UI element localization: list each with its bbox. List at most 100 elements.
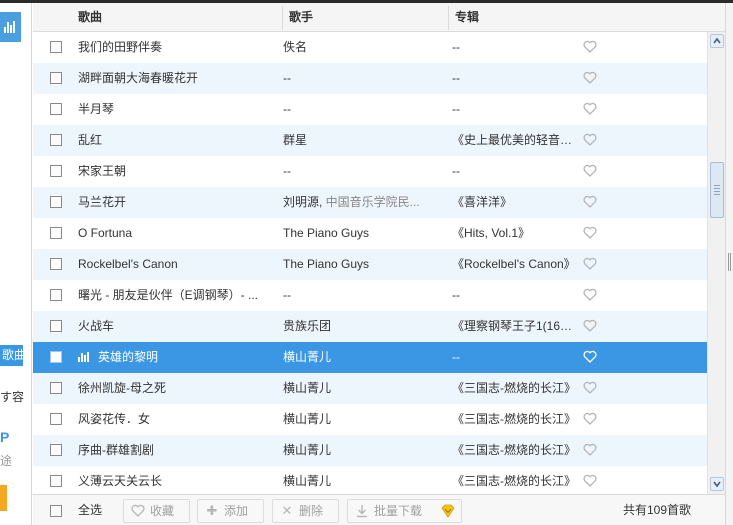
artist-name[interactable]: 横山菁儿 (283, 342, 443, 373)
table-row[interactable]: Rockelbel's Canon The Piano Guys 《Rockelbe… (33, 249, 707, 280)
heart-outline-icon[interactable] (583, 381, 597, 394)
song-title[interactable]: 火战车 (78, 311, 273, 342)
select-all-label[interactable]: 全选 (78, 495, 102, 525)
row-checkbox[interactable] (50, 320, 62, 332)
album-name[interactable]: 《三国志-燃烧的长江》 (452, 404, 582, 435)
collect-button[interactable]: 收藏 (123, 499, 190, 523)
row-checkbox[interactable] (50, 72, 62, 84)
song-title[interactable]: 序曲-群雄割剧 (78, 435, 273, 466)
album-name[interactable]: 《Rockelbel's Canon》 (452, 249, 582, 280)
equalizer-icon[interactable] (0, 12, 21, 42)
album-name[interactable]: 《喜洋洋》 (452, 187, 582, 218)
song-title[interactable]: Rockelbel's Canon (78, 249, 273, 280)
table-row[interactable]: 马兰花开 刘明源, 中国音乐学院民... 《喜洋洋》 (33, 187, 707, 218)
add-button[interactable]: ✚ 添加 (197, 499, 264, 523)
song-title[interactable]: 英雄的黎明 (78, 342, 273, 373)
sidebar-song-tab[interactable]: 歌曲 (0, 345, 23, 366)
album-name[interactable]: 《Hits, Vol.1》 (452, 218, 582, 249)
album-name[interactable]: 《三国志-燃烧的长江》 (452, 435, 582, 466)
album-name[interactable]: -- (452, 280, 582, 311)
row-checkbox[interactable] (50, 382, 62, 394)
heart-outline-icon[interactable] (583, 40, 597, 53)
album-name[interactable]: 《理察钢琴王子1(16首水... (452, 311, 582, 342)
table-row[interactable]: 我们的田野伴奏 佚名 -- (33, 32, 707, 63)
song-title[interactable]: 马兰花开 (78, 187, 273, 218)
album-name[interactable]: -- (452, 32, 582, 63)
album-name[interactable]: -- (452, 94, 582, 125)
song-title[interactable]: 义薄云天关云长 (78, 466, 273, 494)
vip-badge-fragment[interactable] (0, 485, 7, 511)
row-checkbox[interactable] (50, 289, 62, 301)
heart-outline-icon[interactable] (583, 319, 597, 332)
heart-outline-icon[interactable] (583, 71, 597, 84)
table-row[interactable]: 宋家王朝 -- -- (33, 156, 707, 187)
scroll-up-button[interactable] (710, 34, 724, 48)
heart-outline-icon[interactable] (583, 412, 597, 425)
artist-name[interactable]: -- (283, 94, 443, 125)
heart-outline-icon[interactable] (583, 226, 597, 239)
column-header-artist[interactable]: 歌手 (289, 3, 313, 32)
song-title[interactable]: O Fortuna (78, 218, 273, 249)
artist-name[interactable]: 横山菁儿 (283, 466, 443, 494)
column-header-album[interactable]: 专辑 (455, 3, 479, 32)
song-title[interactable]: 徐州凯旋-母之死 (78, 373, 273, 404)
artist-name[interactable]: 横山菁儿 (283, 373, 443, 404)
heart-outline-icon[interactable] (583, 474, 597, 487)
table-row[interactable]: 曙光 - 朋友是伙伴（E调钢琴）- ... -- -- (33, 280, 707, 311)
heart-outline-icon[interactable] (583, 288, 597, 301)
artist-name[interactable]: The Piano Guys (283, 249, 443, 280)
batch-download-button[interactable]: 批量下载 (347, 499, 462, 523)
row-checkbox[interactable] (50, 103, 62, 115)
table-row[interactable]: 半月琴 -- -- (33, 94, 707, 125)
song-title[interactable]: 曙光 - 朋友是伙伴（E调钢琴）- ... (78, 280, 273, 311)
table-row[interactable]: 徐州凯旋-母之死 横山菁儿 《三国志-燃烧的长江》 (33, 373, 707, 404)
album-name[interactable]: 《三国志-燃烧的长江》 (452, 373, 582, 404)
column-divider[interactable] (282, 6, 283, 30)
artist-name[interactable]: 佚名 (283, 32, 443, 63)
column-divider[interactable] (448, 6, 449, 30)
artist-name[interactable]: 横山菁儿 (283, 404, 443, 435)
heart-outline-icon[interactable] (583, 350, 597, 363)
row-checkbox[interactable] (50, 258, 62, 270)
row-checkbox[interactable] (50, 413, 62, 425)
heart-outline-icon[interactable] (583, 257, 597, 270)
heart-outline-icon[interactable] (583, 102, 597, 115)
artist-name[interactable]: -- (283, 280, 443, 311)
row-checkbox[interactable] (50, 41, 62, 53)
artist-name[interactable]: 贵族乐团 (283, 311, 443, 342)
album-name[interactable]: -- (452, 63, 582, 94)
artist-name[interactable]: The Piano Guys (283, 218, 443, 249)
panel-resize-edge[interactable] (725, 3, 733, 525)
row-checkbox[interactable] (50, 196, 62, 208)
table-row[interactable]: 乱红 群星 《史上最优美的轻音乐(Di... (33, 125, 707, 156)
row-checkbox[interactable] (50, 134, 62, 146)
heart-outline-icon[interactable] (583, 195, 597, 208)
artist-name[interactable]: 横山菁儿 (283, 435, 443, 466)
scrollbar-thumb[interactable] (710, 162, 724, 218)
row-checkbox[interactable] (50, 475, 62, 487)
heart-outline-icon[interactable] (583, 443, 597, 456)
column-header-song[interactable]: 歌曲 (78, 3, 102, 32)
heart-outline-icon[interactable] (583, 164, 597, 177)
row-checkbox[interactable] (50, 227, 62, 239)
drag-handle-icon[interactable] (726, 253, 733, 271)
table-row[interactable]: 序曲-群雄割剧 横山菁儿 《三国志-燃烧的长江》 (33, 435, 707, 466)
table-row[interactable]: 义薄云天关云长 横山菁儿 《三国志-燃烧的长江》 (33, 466, 707, 494)
song-title[interactable]: 半月琴 (78, 94, 273, 125)
artist-name[interactable]: -- (283, 156, 443, 187)
delete-button[interactable]: ✕ 删除 (272, 499, 339, 523)
table-row[interactable]: 风姿花传．女 横山菁儿 《三国志-燃烧的长江》 (33, 404, 707, 435)
table-row[interactable]: 火战车 贵族乐团 《理察钢琴王子1(16首水... (33, 311, 707, 342)
album-name[interactable]: 《三国志-燃烧的长江》 (452, 466, 582, 494)
table-row[interactable]: 湖畔面朝大海春暖花开 -- -- (33, 63, 707, 94)
song-title[interactable]: 湖畔面朝大海春暖花开 (78, 63, 273, 94)
table-row-selected[interactable]: 英雄的黎明 横山菁儿 -- (33, 342, 707, 373)
album-name[interactable]: -- (452, 156, 582, 187)
artist-name[interactable]: -- (283, 63, 443, 94)
row-checkbox[interactable] (50, 165, 62, 177)
heart-outline-icon[interactable] (583, 133, 597, 146)
song-title[interactable]: 风姿花传．女 (78, 404, 273, 435)
song-title[interactable]: 宋家王朝 (78, 156, 273, 187)
song-title[interactable]: 乱红 (78, 125, 273, 156)
album-name[interactable]: 《史上最优美的轻音乐(Di... (452, 125, 582, 156)
